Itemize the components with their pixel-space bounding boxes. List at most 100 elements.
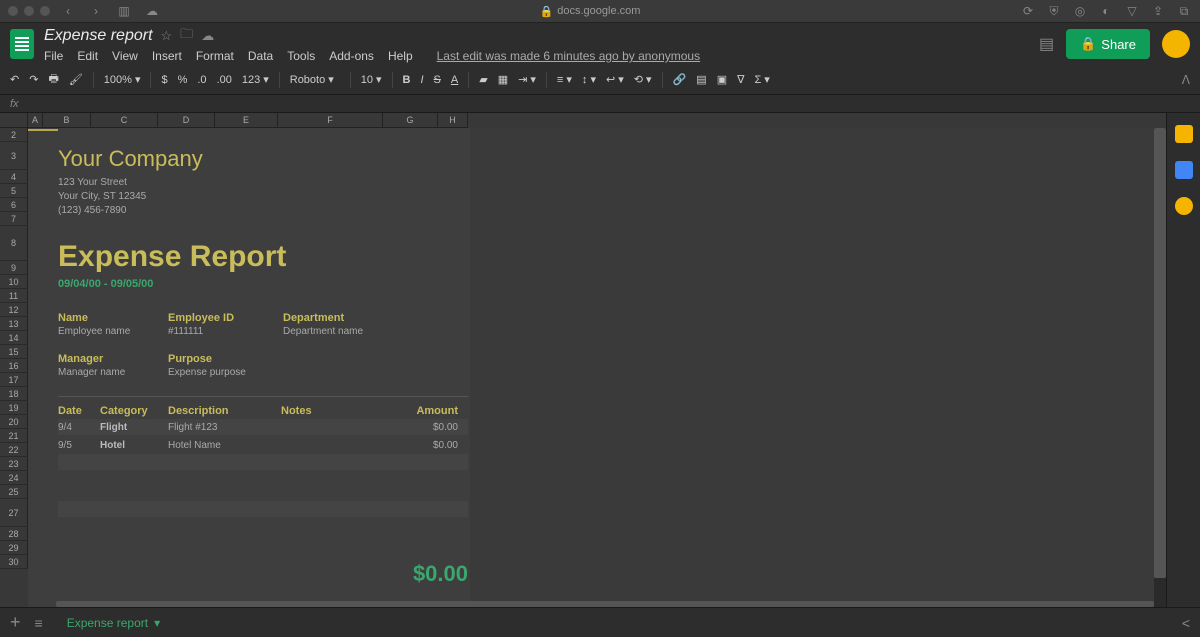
tasks-icon[interactable] [1175,197,1193,215]
col-header-c[interactable]: C [91,113,158,128]
col-header-e[interactable]: E [215,113,278,128]
col-header-b[interactable]: B [43,113,91,128]
all-sheets-button[interactable]: ≡ [35,615,43,631]
star-icon[interactable]: ☆ [161,28,173,44]
menu-format[interactable]: Format [196,49,234,63]
font-select[interactable]: Roboto ▾ [290,73,340,86]
maximize-window-icon[interactable] [40,6,50,16]
paint-format-icon[interactable]: 🖌 [69,73,83,86]
select-all-corner[interactable] [0,113,28,128]
close-window-icon[interactable] [8,6,18,16]
col-header-d[interactable]: D [158,113,215,128]
minimize-window-icon[interactable] [24,6,34,16]
bold-icon[interactable]: B [403,74,411,86]
row-header[interactable]: 17 [0,373,28,387]
row-header[interactable]: 7 [0,212,28,226]
halign-icon[interactable]: ≡ ▾ [557,73,572,86]
shield-icon[interactable]: ⛨ [1046,4,1062,19]
undo-icon[interactable]: ↶ [10,73,19,86]
spreadsheet-grid[interactable]: A B C D E F G H 2 3 4 5 6 7 8 9 10 11 12… [0,113,1166,607]
table-row[interactable] [58,484,468,500]
calendar-icon[interactable] [1175,125,1193,143]
menu-addons[interactable]: Add-ons [329,49,374,63]
table-row[interactable]: 9/4 Flight Flight #123 $0.00 [58,419,468,435]
user-avatar[interactable] [1162,30,1190,58]
filter-icon[interactable]: ∇ [737,73,744,86]
formula-bar[interactable]: fx [0,95,1200,113]
valign-icon[interactable]: ↕ ▾ [582,73,596,86]
comments-icon[interactable]: ▤ [1039,34,1054,54]
menu-file[interactable]: File [44,49,63,63]
rotate-icon[interactable]: ⟲ ▾ [634,73,652,86]
table-row[interactable] [58,501,468,517]
print-icon[interactable]: 🖶 [48,70,58,89]
comment-icon[interactable]: ▤ [696,73,706,86]
row-header[interactable]: 4 [0,170,28,184]
row-header[interactable]: 30 [0,555,28,569]
reload-button[interactable]: ⟳ [1018,2,1038,20]
currency-icon[interactable]: $ [161,74,167,86]
url-bar[interactable]: 🔒 docs.google.com [170,5,1010,18]
wrap-icon[interactable]: ↩ ▾ [606,73,624,86]
merge-icon[interactable]: ⇥ ▾ [518,73,536,86]
row-header[interactable]: 15 [0,345,28,359]
explore-button[interactable]: < [1182,615,1190,631]
horizontal-scrollbar[interactable] [56,601,1154,607]
menu-tools[interactable]: Tools [287,49,315,63]
col-header-f[interactable]: F [278,113,383,128]
tabs-icon[interactable]: ⧉ [1176,4,1192,19]
sidebar-icon[interactable]: ▥ [114,2,134,20]
row-header[interactable]: 21 [0,429,28,443]
menu-data[interactable]: Data [248,49,273,63]
row-header[interactable]: 8 [0,226,28,261]
ext-icon-1[interactable]: ◎ [1072,4,1088,19]
row-header[interactable]: 13 [0,317,28,331]
document-title[interactable]: Expense report [44,27,153,45]
row-header[interactable]: 23 [0,457,28,471]
back-button[interactable]: ‹ [58,2,78,20]
chart-icon[interactable]: ▣ [717,73,727,86]
cells-area[interactable]: Your Company 123 Your Street Your City, … [28,128,1166,607]
redo-icon[interactable]: ↷ [29,73,38,86]
last-edit-link[interactable]: Last edit was made 6 minutes ago by anon… [437,49,700,63]
table-row[interactable] [58,454,468,470]
ext-icon-2[interactable]: ◐ [1098,4,1114,19]
cloud-icon[interactable]: ☁ [142,2,162,20]
row-header[interactable]: 24 [0,471,28,485]
text-color-icon[interactable]: A [451,74,458,86]
functions-icon[interactable]: Σ ▾ [754,73,769,86]
italic-icon[interactable]: I [420,74,423,86]
collapse-toolbar-icon[interactable]: ᐱ [1182,73,1190,87]
row-header[interactable]: 14 [0,331,28,345]
sheet-tab[interactable]: Expense report ▾ [57,610,170,636]
link-icon[interactable]: 🔗 [673,73,687,86]
borders-icon[interactable]: ▦ [498,73,508,86]
row-header[interactable]: 10 [0,275,28,289]
row-header[interactable]: 9 [0,261,28,275]
fontsize-select[interactable]: 10 ▾ [361,73,382,86]
increase-decimal-icon[interactable]: .00 [217,74,232,86]
row-header[interactable]: 5 [0,184,28,198]
row-header[interactable]: 22 [0,443,28,457]
row-header[interactable]: 16 [0,359,28,373]
row-header[interactable]: 2 [0,128,28,142]
cloud-status-icon[interactable]: ☁ [201,28,214,44]
table-row[interactable]: 9/5 Hotel Hotel Name $0.00 [58,437,468,453]
row-header[interactable]: 25 [0,485,28,499]
row-header[interactable]: 12 [0,303,28,317]
keep-icon[interactable] [1175,161,1193,179]
vertical-scrollbar[interactable] [1154,128,1166,607]
ext-icon-3[interactable]: ▽ [1124,4,1140,19]
row-header[interactable]: 28 [0,527,28,541]
fill-color-icon[interactable]: ▰ [479,73,487,86]
row-header[interactable]: 19 [0,401,28,415]
move-icon[interactable]: 🗀 [180,25,193,47]
menu-help[interactable]: Help [388,49,413,63]
row-header[interactable]: 6 [0,198,28,212]
row-header[interactable]: 29 [0,541,28,555]
row-header[interactable]: 20 [0,415,28,429]
table-row[interactable] [58,531,468,547]
col-header-g[interactable]: G [383,113,438,128]
row-header[interactable]: 27 [0,499,28,527]
row-header[interactable]: 11 [0,289,28,303]
